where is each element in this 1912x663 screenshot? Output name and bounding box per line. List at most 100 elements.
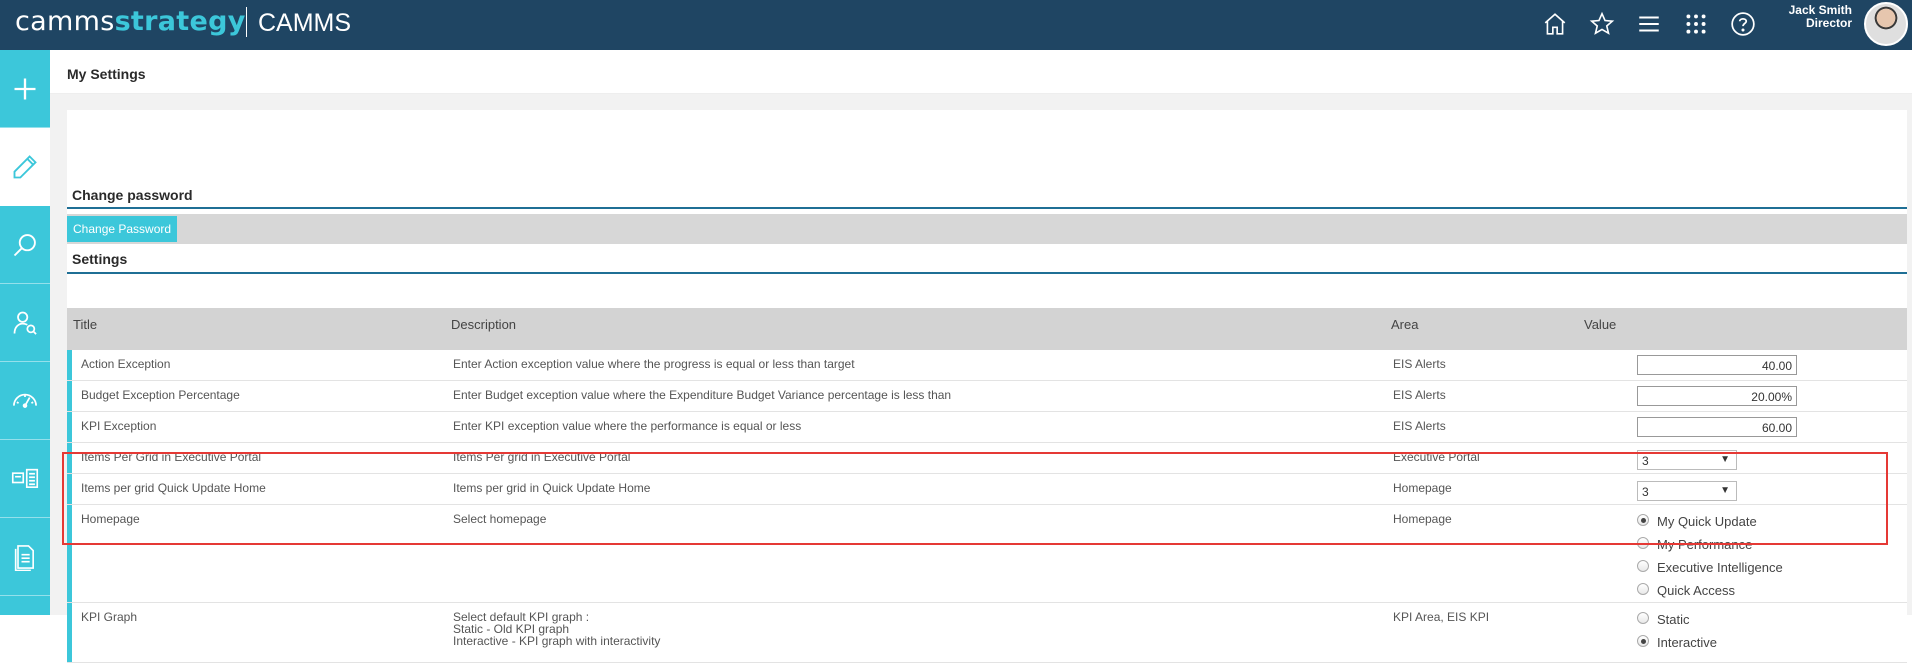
row-description: Select default KPI graph : Static - Old … (453, 611, 660, 647)
sidebar (0, 50, 50, 615)
page-title: My Settings (67, 66, 146, 82)
change-password-button[interactable]: Change Password (67, 216, 178, 242)
table-row: KPI Exception Enter KPI exception value … (67, 412, 1907, 443)
row-description: Enter KPI exception value where the perf… (453, 419, 802, 433)
row-description: Enter Budget exception value where the E… (453, 388, 952, 402)
column-area[interactable]: Area (1391, 317, 1418, 332)
row-title: Items Per Grid in Executive Portal (81, 450, 262, 464)
avatar[interactable] (1864, 2, 1908, 46)
radio-button[interactable] (1637, 583, 1649, 595)
sidebar-item-add[interactable] (0, 50, 50, 128)
row-title: Budget Exception Percentage (81, 388, 240, 402)
sidebar-item-dashboard[interactable] (0, 440, 50, 518)
user-search-icon (13, 311, 37, 335)
section-divider (67, 207, 1907, 209)
cards-icon (11, 468, 39, 488)
action-exception-input[interactable]: 40.00 (1637, 355, 1797, 375)
row-indicator (67, 350, 72, 380)
menu-icon[interactable] (1634, 9, 1664, 39)
radio-button[interactable] (1637, 560, 1649, 572)
row-area: Homepage (1393, 481, 1452, 495)
row-description: Items Per grid in Executive Portal (453, 450, 631, 464)
home-icon[interactable] (1540, 9, 1570, 39)
sidebar-item-edit[interactable] (0, 128, 50, 206)
apps-icon[interactable] (1681, 9, 1711, 39)
pencil-icon (13, 154, 37, 178)
row-indicator (67, 443, 72, 473)
radio-label: Static (1657, 612, 1690, 627)
row-title: Action Exception (81, 357, 171, 371)
camms-strategy-logo[interactable]: cammsstrategy (15, 6, 246, 37)
organization-name: CAMMS (258, 9, 352, 37)
page-header: My Settings (50, 50, 1912, 94)
sidebar-item-users[interactable] (0, 284, 50, 362)
change-password-toolbar: Change Password (67, 214, 1907, 244)
row-title: KPI Graph (81, 610, 138, 624)
gauge-icon (13, 393, 37, 408)
table-row: Items Per Grid in Executive Portal Items… (67, 443, 1907, 474)
logo-divider (246, 7, 247, 37)
logo-text: camms (15, 6, 115, 37)
table-row: Budget Exception Percentage Enter Budget… (67, 381, 1907, 412)
row-area: EIS Alerts (1393, 388, 1446, 402)
column-title[interactable]: Title (73, 317, 97, 332)
radio-label: Executive Intelligence (1657, 560, 1783, 575)
row-area: Homepage (1393, 512, 1452, 526)
radio-button[interactable] (1637, 514, 1649, 526)
radio-button[interactable] (1637, 537, 1649, 549)
select-value: 3 (1642, 485, 1649, 499)
row-area: KPI Area, EIS KPI (1393, 610, 1490, 624)
star-icon[interactable] (1587, 9, 1617, 39)
table-row: Action Exception Enter Action exception … (67, 350, 1907, 381)
radio-label: My Quick Update (1657, 514, 1757, 529)
table-row: Homepage Select homepage Homepage My Qui… (67, 505, 1907, 603)
budget-exception-input[interactable]: 20.00% (1637, 386, 1797, 406)
row-area: EIS Alerts (1393, 419, 1446, 433)
row-indicator (67, 603, 72, 662)
document-icon (14, 544, 34, 571)
row-title: Items per grid Quick Update Home (81, 481, 266, 495)
row-description: Enter Action exception value where the p… (453, 357, 855, 371)
items-per-grid-quick-update-select[interactable]: 3 ▼ (1637, 481, 1737, 501)
column-description[interactable]: Description (451, 317, 516, 332)
sidebar-item-reports[interactable] (0, 518, 50, 596)
help-icon[interactable] (1728, 9, 1758, 39)
sidebar-item-performance[interactable] (0, 362, 50, 440)
section-divider (67, 272, 1907, 274)
radio-button[interactable] (1637, 612, 1649, 624)
row-indicator (67, 474, 72, 504)
main-content: My Settings Change password Change Passw… (50, 50, 1912, 663)
description-line: Static - Old KPI graph (453, 622, 570, 636)
radio-label: Interactive (1657, 635, 1717, 650)
logo-accent-text: strategy (114, 6, 246, 37)
row-area: Executive Portal (1393, 450, 1480, 464)
sidebar-item-search[interactable] (0, 206, 50, 284)
top-navigation-bar: cammsstrategy CAMMS Jack Smith Director (0, 0, 1912, 50)
row-indicator (67, 381, 72, 411)
table-row: Items per grid Quick Update Home Items p… (67, 474, 1907, 505)
table-row: KPI Graph Select default KPI graph : Sta… (67, 603, 1907, 663)
plus-icon (14, 78, 36, 99)
column-value[interactable]: Value (1584, 317, 1616, 332)
table-header: Title Description Area Value (67, 308, 1907, 350)
radio-label: Quick Access (1657, 583, 1736, 598)
user-role: Director (1805, 16, 1852, 30)
select-value: 3 (1642, 454, 1649, 468)
radio-label: My Performance (1657, 537, 1753, 552)
row-indicator (67, 505, 72, 602)
row-area: EIS Alerts (1393, 357, 1446, 371)
row-title: KPI Exception (81, 419, 157, 433)
change-password-title: Change password (72, 187, 193, 203)
dropdown-arrow-icon: ▼ (1720, 485, 1730, 496)
row-description: Items per grid in Quick Update Home (453, 481, 651, 495)
user-info[interactable]: Jack Smith Director (1789, 4, 1852, 30)
settings-title: Settings (72, 251, 128, 267)
dropdown-arrow-icon: ▼ (1720, 454, 1730, 465)
search-icon (13, 233, 36, 256)
description-line: Select default KPI graph : (453, 610, 590, 624)
kpi-exception-input[interactable]: 60.00 (1637, 417, 1797, 437)
description-line: Interactive - KPI graph with interactivi… (453, 634, 661, 648)
items-per-grid-executive-select[interactable]: 3 ▼ (1637, 450, 1737, 470)
row-indicator (67, 412, 72, 442)
radio-button[interactable] (1637, 635, 1649, 647)
